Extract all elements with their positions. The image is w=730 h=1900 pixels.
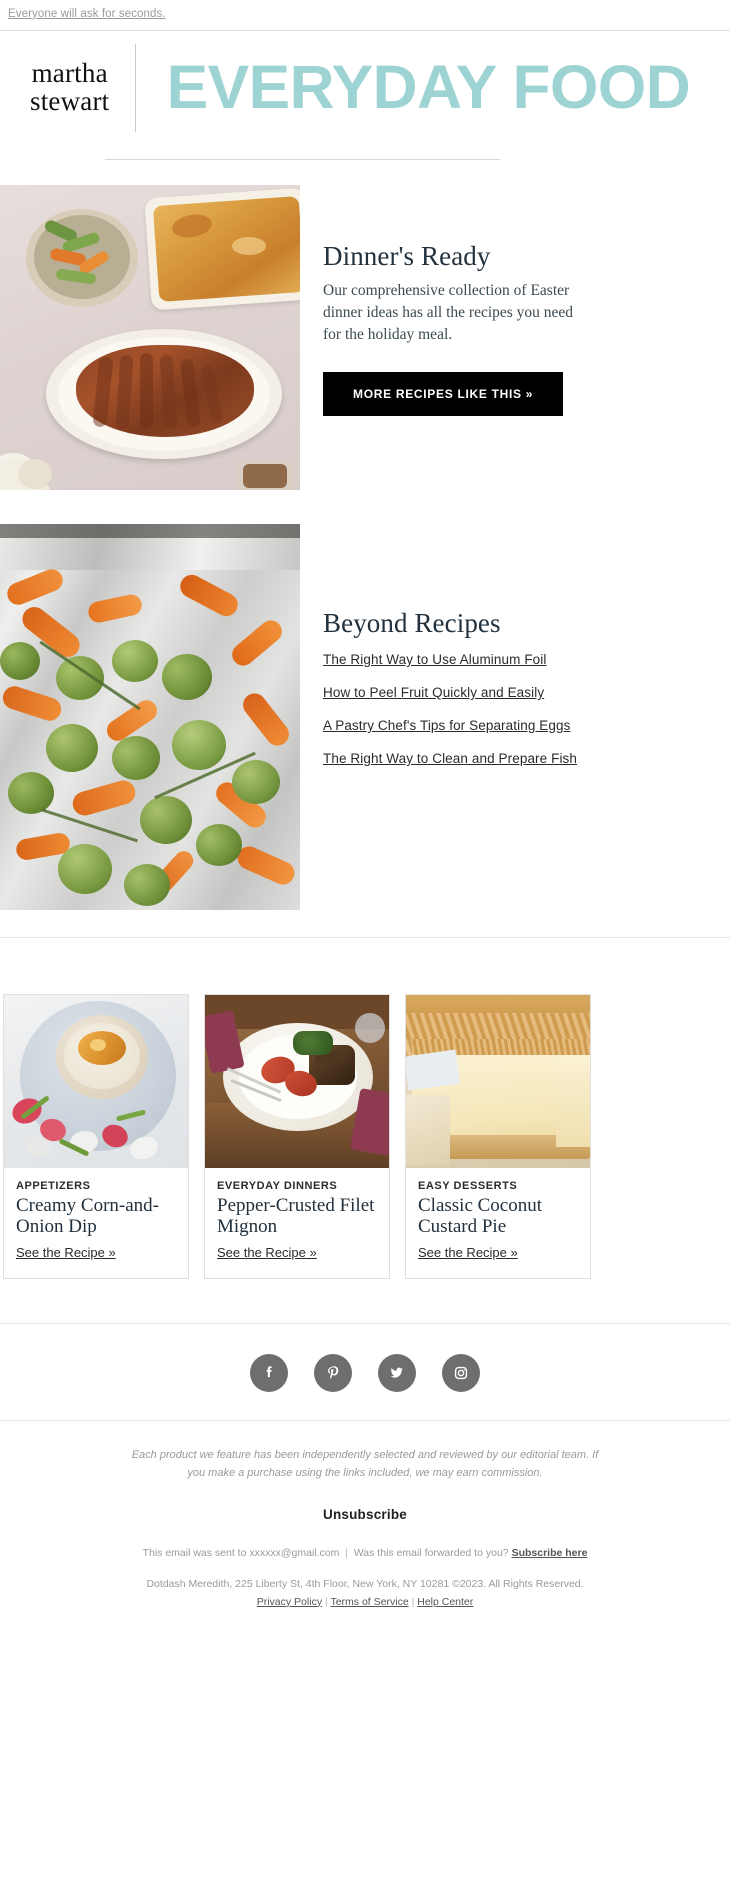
everyday-food-logo[interactable]: EVERYDAY FOOD bbox=[136, 57, 691, 118]
recipe-card-grid: APPETIZERS Creamy Corn-and-Onion Dip See… bbox=[0, 994, 730, 1279]
card-image-filet-mignon[interactable] bbox=[205, 995, 389, 1168]
recipient-email: xxxxxx@gmail.com bbox=[249, 1546, 340, 1559]
unsubscribe-link[interactable]: Unsubscribe bbox=[55, 1507, 675, 1522]
facebook-glyph bbox=[266, 1366, 272, 1378]
feature-dinners-ready: Dinner's Ready Our comprehensive collect… bbox=[0, 185, 730, 490]
sent-to-line: This email was sent to xxxxxx@gmail.com … bbox=[142, 1546, 588, 1559]
card-image-coconut-pie[interactable] bbox=[406, 995, 590, 1168]
company-address: Dotdash Meredith, 225 Liberty St, 4th Fl… bbox=[146, 1577, 584, 1590]
preheader-text: Everyone will ask for seconds. bbox=[8, 8, 166, 20]
recipe-card[interactable]: EASY DESSERTS Classic Coconut Custard Pi… bbox=[405, 994, 591, 1279]
feature-beyond-recipes: Beyond Recipes The Right Way to Use Alum… bbox=[0, 524, 730, 910]
feature-body: Our comprehensive collection of Easter d… bbox=[323, 282, 574, 343]
privacy-policy-link[interactable]: Privacy Policy bbox=[257, 1596, 322, 1608]
see-the-recipe-link[interactable]: See the Recipe » bbox=[418, 1245, 518, 1260]
instagram-glyph bbox=[454, 1366, 468, 1380]
feature-image-ham[interactable] bbox=[0, 185, 300, 490]
card-body: APPETIZERS Creamy Corn-and-Onion Dip See… bbox=[4, 1168, 188, 1278]
card-kicker: APPETIZERS bbox=[16, 1180, 91, 1192]
twitter-glyph bbox=[390, 1367, 403, 1378]
card-title: Creamy Corn-and-Onion Dip bbox=[16, 1195, 159, 1238]
beyond-recipe-link-1[interactable]: The Right Way to Use Aluminum Foil bbox=[323, 652, 577, 667]
card-kicker: EVERYDAY DINNERS bbox=[217, 1180, 338, 1192]
legal-sep-1: | bbox=[325, 1595, 328, 1608]
card-title: Pepper-Crusted Filet Mignon bbox=[217, 1195, 375, 1238]
feature-text-beyond-recipes: Beyond Recipes The Right Way to Use Alum… bbox=[300, 524, 577, 784]
card-body: EVERYDAY DINNERS Pepper-Crusted Filet Mi… bbox=[205, 1168, 389, 1278]
feature-heading: Beyond Recipes bbox=[323, 608, 501, 638]
more-recipes-button[interactable]: MORE RECIPES LIKE THIS » bbox=[323, 372, 564, 416]
see-the-recipe-link[interactable]: See the Recipe » bbox=[16, 1245, 116, 1260]
legal-line: Dotdash Meredith, 225 Liberty St, 4th Fl… bbox=[55, 1576, 675, 1612]
sent-prefix: This email was sent to bbox=[142, 1546, 250, 1559]
brand-line-1: martha bbox=[31, 57, 108, 88]
masthead-underline bbox=[105, 159, 500, 160]
footer: Each product we feature has been indepen… bbox=[0, 1421, 730, 1612]
beyond-recipe-link-4[interactable]: The Right Way to Clean and Prepare Fish bbox=[323, 751, 577, 766]
feature-text-dinners-ready: Dinner's Ready Our comprehensive collect… bbox=[300, 185, 593, 416]
pinterest-icon[interactable] bbox=[314, 1353, 352, 1392]
feature-heading: Dinner's Ready bbox=[323, 241, 491, 271]
masthead: martha stewart EVERYDAY FOOD bbox=[0, 31, 730, 144]
beyond-recipe-link-2[interactable]: How to Peel Fruit Quickly and Easily bbox=[323, 685, 577, 700]
beyond-recipe-link-3[interactable]: A Pastry Chef's Tips for Separating Eggs bbox=[323, 718, 577, 733]
beyond-recipes-link-list: The Right Way to Use Aluminum Foil How t… bbox=[323, 652, 577, 766]
pinterest-glyph bbox=[328, 1366, 339, 1379]
recipe-card[interactable]: APPETIZERS Creamy Corn-and-Onion Dip See… bbox=[3, 994, 189, 1279]
brand-line-2: stewart bbox=[30, 85, 110, 116]
affiliate-disclaimer: Each product we feature has been indepen… bbox=[131, 1448, 599, 1479]
instagram-icon[interactable] bbox=[442, 1353, 480, 1392]
facebook-icon[interactable] bbox=[250, 1353, 288, 1392]
card-image-corn-dip[interactable] bbox=[4, 995, 188, 1168]
recipe-card[interactable]: EVERYDAY DINNERS Pepper-Crusted Filet Mi… bbox=[204, 994, 390, 1279]
terms-of-service-link[interactable]: Terms of Service bbox=[330, 1596, 408, 1608]
see-the-recipe-link[interactable]: See the Recipe » bbox=[217, 1245, 317, 1260]
feature-image-roasted-vegetables[interactable] bbox=[0, 524, 300, 910]
help-center-link[interactable]: Help Center bbox=[417, 1596, 473, 1608]
card-body: EASY DESSERTS Classic Coconut Custard Pi… bbox=[406, 1168, 590, 1278]
forwarded-question: Was this email forwarded to you? bbox=[353, 1546, 509, 1559]
card-title: Classic Coconut Custard Pie bbox=[418, 1195, 543, 1238]
subscribe-here-link[interactable]: Subscribe here bbox=[512, 1547, 588, 1559]
martha-stewart-logo[interactable]: martha stewart bbox=[30, 57, 135, 116]
card-kicker: EASY DESSERTS bbox=[418, 1180, 518, 1192]
twitter-icon[interactable] bbox=[378, 1353, 416, 1392]
legal-sep-2: | bbox=[411, 1595, 415, 1608]
section-divider bbox=[0, 937, 730, 938]
social-links bbox=[0, 1324, 730, 1420]
